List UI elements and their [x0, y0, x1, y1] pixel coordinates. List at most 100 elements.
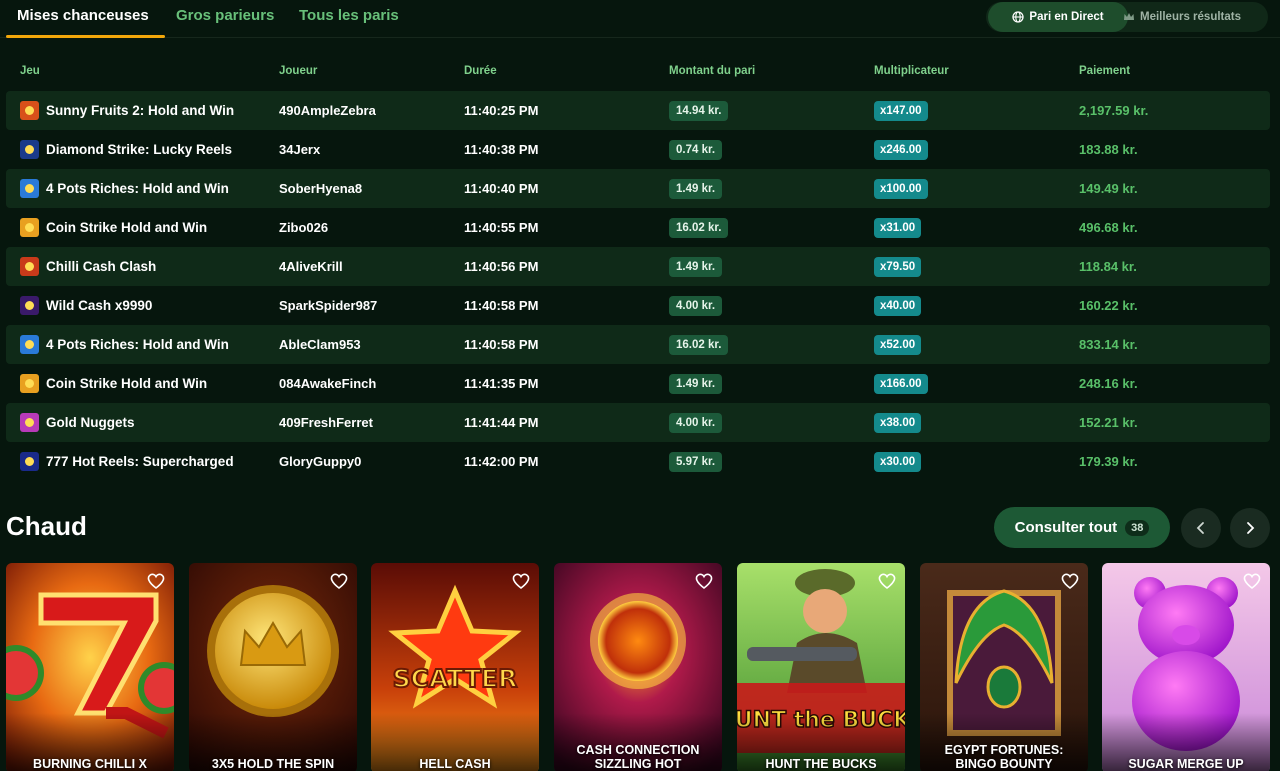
- game-cell[interactable]: Coin Strike Hold and Win: [20, 364, 207, 403]
- scatter-art-text: SCATTER: [393, 664, 518, 693]
- table-row: Coin Strike Hold and Win 084AwakeFinch 11:…: [6, 364, 1270, 403]
- game-name[interactable]: 777 Hot Reels: Supercharged: [46, 454, 234, 469]
- live-bets-button[interactable]: Pari en Direct: [988, 2, 1128, 32]
- bet-amount-cell: 1.49 kr.: [669, 169, 723, 208]
- see-all-button[interactable]: Consulter tout 38: [994, 507, 1170, 548]
- game-card[interactable]: SCATTER HELL CASH: [371, 563, 539, 771]
- multiplier-badge: x100.00: [874, 178, 928, 199]
- fruit-game-icon: [20, 101, 39, 120]
- bet-amount-cell: 14.94 kr.: [669, 91, 729, 130]
- bet-time: 11:40:56 PM: [464, 259, 539, 274]
- multiplier-cell: x52.00: [874, 325, 922, 364]
- payout-amount: 833.14 kr.: [1079, 337, 1138, 352]
- heart-icon[interactable]: [146, 571, 166, 591]
- game-cell[interactable]: 4 Pots Riches: Hold and Win: [20, 325, 229, 364]
- tab-high-rollers[interactable]: Gros parieurs: [176, 7, 274, 24]
- player-name: GloryGuppy0: [279, 454, 362, 469]
- multiplier-badge: x79.50: [874, 256, 922, 277]
- heart-icon[interactable]: [511, 571, 531, 591]
- multiplier-badge: x38.00: [874, 412, 922, 433]
- heart-icon[interactable]: [1060, 571, 1080, 591]
- payout-amount: 160.22 kr.: [1079, 298, 1138, 313]
- live-bets-label: Pari en Direct: [1029, 11, 1104, 23]
- payout-amount: 248.16 kr.: [1079, 376, 1138, 391]
- tab-all-bets[interactable]: Tous les paris: [299, 7, 399, 24]
- payout-amount: 149.49 kr.: [1079, 181, 1138, 196]
- table-row: Gold Nuggets 409FreshFerret 11:41:44 PM 4.0…: [6, 403, 1270, 442]
- bet-amount-badge: 0.74 kr.: [669, 139, 723, 160]
- game-card[interactable]: CASH CONNECTION SIZZLING HOT: [554, 563, 722, 771]
- game-name[interactable]: Sunny Fruits 2: Hold and Win: [46, 103, 234, 118]
- hot-reels-game-icon: [20, 452, 39, 471]
- table-row: 4 Pots Riches: Hold and Win SoberHyena8 11…: [6, 169, 1270, 208]
- game-cell[interactable]: Wild Cash x9990: [20, 286, 152, 325]
- game-name[interactable]: Diamond Strike: Lucky Reels: [46, 142, 232, 157]
- tab-lucky-bets[interactable]: Mises chanceuses: [17, 7, 149, 24]
- player-name: AbleClam953: [279, 337, 361, 352]
- payout-amount: 183.88 kr.: [1079, 142, 1138, 157]
- game-card[interactable]: BURNING CHILLI X: [6, 563, 174, 771]
- heart-icon[interactable]: [1242, 571, 1262, 591]
- game-cell[interactable]: 4 Pots Riches: Hold and Win: [20, 169, 229, 208]
- diamond-game-icon: [20, 140, 39, 159]
- bet-time: 11:40:58 PM: [464, 337, 539, 352]
- payout-amount: 179.39 kr.: [1079, 454, 1138, 469]
- pots-game-icon: [20, 179, 39, 198]
- heart-icon[interactable]: [329, 571, 349, 591]
- bet-amount-cell: 16.02 kr.: [669, 208, 729, 247]
- game-card-title: EGYPT FORTUNES: BINGO BOUNTY: [944, 743, 1064, 771]
- heart-icon[interactable]: [694, 571, 714, 591]
- game-card[interactable]: 3X5 HOLD THE SPIN: [189, 563, 357, 771]
- game-name[interactable]: Chilli Cash Clash: [46, 259, 156, 274]
- game-card[interactable]: SUGAR MERGE UP: [1102, 563, 1270, 771]
- game-cell[interactable]: Chilli Cash Clash: [20, 247, 156, 286]
- game-card[interactable]: HUNT the BUCK$ HUNT THE BUCKS: [737, 563, 905, 771]
- pots-game-icon: [20, 335, 39, 354]
- game-name[interactable]: 4 Pots Riches: Hold and Win: [46, 337, 229, 352]
- bet-amount-cell: 16.02 kr.: [669, 325, 729, 364]
- bet-time: 11:40:40 PM: [464, 181, 539, 196]
- chevron-right-icon: [1247, 522, 1255, 534]
- player-name: 34Jerx: [279, 142, 321, 157]
- player-name: 490AmpleZebra: [279, 103, 376, 118]
- bet-time: 11:42:00 PM: [464, 454, 539, 469]
- game-card-title: HELL CASH: [419, 757, 491, 771]
- multiplier-cell: x166.00: [874, 364, 928, 403]
- bet-mode-toggle: Pari en Direct Meilleurs résultats: [986, 2, 1268, 32]
- game-cell[interactable]: 777 Hot Reels: Supercharged: [20, 442, 234, 481]
- carousel-prev-button[interactable]: [1181, 508, 1221, 548]
- table-row: Sunny Fruits 2: Hold and Win 490AmpleZebr…: [6, 91, 1270, 130]
- bet-amount-cell: 1.49 kr.: [669, 364, 723, 403]
- chilli-game-icon: [20, 257, 39, 276]
- game-name[interactable]: 4 Pots Riches: Hold and Win: [46, 181, 229, 196]
- heart-icon[interactable]: [877, 571, 897, 591]
- table-row: 777 Hot Reels: Supercharged GloryGuppy0 11…: [6, 442, 1270, 481]
- game-cell[interactable]: Diamond Strike: Lucky Reels: [20, 130, 232, 169]
- game-card[interactable]: EGYPT FORTUNES: BINGO BOUNTY: [920, 563, 1088, 771]
- table-row: Diamond Strike: Lucky Reels 34Jerx 11:40:3…: [6, 130, 1270, 169]
- game-name[interactable]: Gold Nuggets: [46, 415, 135, 430]
- player-name: SparkSpider987: [279, 298, 378, 313]
- bets-table-header: Jeu Joueur Durée Montant du pari Multipl…: [0, 62, 1280, 82]
- multiplier-cell: x31.00: [874, 208, 922, 247]
- game-name[interactable]: Coin Strike Hold and Win: [46, 220, 207, 235]
- see-all-label: Consulter tout: [1014, 519, 1118, 536]
- game-cell[interactable]: Coin Strike Hold and Win: [20, 208, 207, 247]
- multiplier-cell: x79.50: [874, 247, 922, 286]
- best-results-button[interactable]: Meilleurs résultats: [1123, 2, 1241, 32]
- game-name[interactable]: Wild Cash x9990: [46, 298, 152, 313]
- game-card-title: CASH CONNECTION SIZZLING HOT: [576, 743, 700, 771]
- game-cell[interactable]: Gold Nuggets: [20, 403, 135, 442]
- column-header-multiplier: Multiplicateur: [874, 65, 949, 77]
- column-header-bet: Montant du pari: [669, 65, 756, 77]
- game-cell[interactable]: Sunny Fruits 2: Hold and Win: [20, 91, 234, 130]
- bet-amount-badge: 1.49 kr.: [669, 178, 723, 199]
- bet-amount-badge: 16.02 kr.: [669, 334, 729, 355]
- wild-cash-game-icon: [20, 296, 39, 315]
- coin-game-icon: [20, 374, 39, 393]
- table-row: Chilli Cash Clash 4AliveKrill 11:40:56 PM 1…: [6, 247, 1270, 286]
- game-name[interactable]: Coin Strike Hold and Win: [46, 376, 207, 391]
- carousel-next-button[interactable]: [1230, 508, 1270, 548]
- column-header-time: Durée: [464, 65, 497, 77]
- payout-amount: 118.84 kr.: [1079, 259, 1137, 274]
